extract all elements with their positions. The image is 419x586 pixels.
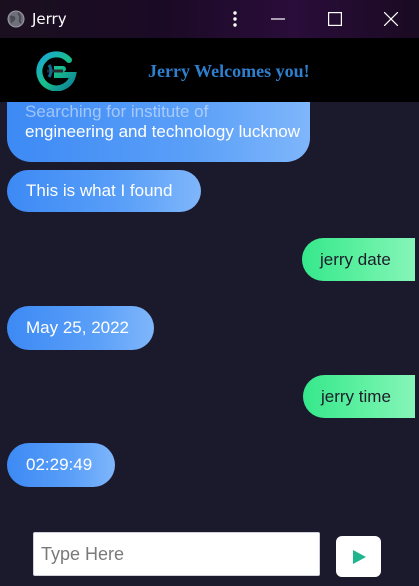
close-icon xyxy=(384,12,398,26)
message-input[interactable] xyxy=(33,532,320,576)
window-title: Jerry xyxy=(32,10,67,28)
chat-area[interactable]: Searching for institute of engineering a… xyxy=(0,102,419,520)
kebab-menu-icon[interactable] xyxy=(226,8,244,30)
title-bar: Jerry xyxy=(0,0,419,38)
g-logo-icon xyxy=(33,51,79,92)
send-button[interactable] xyxy=(336,536,381,577)
welcome-message: Jerry Welcomes you! xyxy=(148,61,310,81)
send-icon xyxy=(352,549,366,564)
bot-message-text: May 25, 2022 xyxy=(26,318,130,337)
bot-message: Searching for institute of engineering a… xyxy=(7,102,310,162)
bot-message-text: engineering and technology lucknow xyxy=(25,122,301,141)
user-message-text: jerry date xyxy=(320,250,391,269)
bot-message: This is what I found xyxy=(7,170,201,212)
minimize-button[interactable] xyxy=(250,0,306,38)
maximize-icon xyxy=(328,12,342,26)
bot-message: 02:29:49 xyxy=(7,443,115,487)
app-header: Jerry Welcomes you! xyxy=(0,38,419,102)
minimize-icon xyxy=(271,18,285,20)
close-button[interactable] xyxy=(363,0,419,38)
bot-message: May 25, 2022 xyxy=(7,306,154,350)
bot-message-faded-text: Searching for institute of xyxy=(25,102,209,121)
globe-icon xyxy=(7,10,25,28)
user-message-text: jerry time xyxy=(321,387,391,406)
bot-message-text: 02:29:49 xyxy=(26,455,93,474)
user-message: jerry time xyxy=(303,375,415,418)
user-message: jerry date xyxy=(302,238,415,281)
maximize-button[interactable] xyxy=(307,0,363,38)
bot-message-text: This is what I found xyxy=(26,181,173,200)
